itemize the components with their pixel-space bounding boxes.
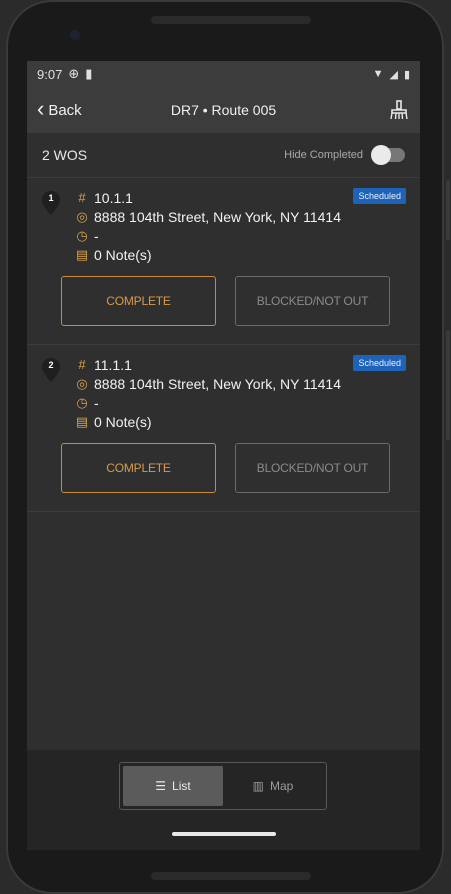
status-badge: Scheduled	[353, 188, 406, 204]
status-bar: 9:07 ⊕ ▮ ▼ ◢ ▮	[27, 61, 420, 87]
list-subheader: 2 WOS Hide Completed	[27, 133, 420, 178]
wo-notes: 0 Note(s)	[94, 246, 152, 263]
work-order-card[interactable]: 1 Scheduled #10.1.1 ◎ 8888 104th Street, …	[27, 178, 420, 345]
wo-address: 8888 104th Street, New York, NY 11414	[94, 375, 341, 392]
blocked-not-out-button[interactable]: BLOCKED/NOT OUT	[235, 276, 390, 326]
hide-completed-label: Hide Completed	[284, 149, 363, 161]
hide-completed-toggle[interactable]	[371, 145, 405, 165]
back-button[interactable]: ‹ Back	[37, 96, 82, 121]
clock-icon: ◷	[76, 394, 88, 410]
status-time: 9:07	[37, 66, 63, 82]
list-tab[interactable]: ☰ List	[123, 766, 223, 806]
map-icon: ▥	[252, 779, 264, 793]
complete-button[interactable]: COMPLETE	[61, 443, 216, 493]
wo-time: -	[94, 227, 99, 244]
list-tab-label: List	[172, 779, 191, 793]
toggle-knob	[371, 145, 391, 165]
map-tab-label: Map	[270, 779, 294, 793]
hash-icon: #	[78, 190, 86, 205]
stop-number: 1	[48, 193, 54, 203]
work-order-card[interactable]: 2 Scheduled #11.1.1 ◎ 8888 104th Street, …	[27, 345, 420, 512]
wifi-icon: ▼	[372, 68, 384, 80]
clean-brush-icon[interactable]	[388, 99, 410, 121]
wo-time: -	[94, 394, 99, 411]
bottom-speaker	[151, 872, 311, 880]
status-badge: Scheduled	[353, 355, 406, 371]
wo-notes: 0 Note(s)	[94, 413, 152, 430]
back-label: Back	[48, 101, 82, 119]
signal-icon: ◢	[389, 68, 398, 81]
clipboard-icon: ▮	[85, 66, 93, 81]
volume-button	[446, 330, 450, 440]
phone-frame: 9:07 ⊕ ▮ ▼ ◢ ▮ ‹ Back DR7 • Route 005 2 …	[6, 0, 450, 894]
note-icon: ▤	[75, 246, 89, 262]
stop-number: 2	[48, 360, 54, 370]
battery-icon: ▮	[403, 68, 410, 81]
wo-id: 10.1.1	[94, 189, 133, 206]
top-speaker	[151, 16, 311, 24]
page-title: DR7 • Route 005	[170, 102, 277, 118]
front-camera	[70, 30, 80, 40]
chevron-left-icon: ‹	[37, 96, 45, 121]
blocked-not-out-button[interactable]: BLOCKED/NOT OUT	[235, 443, 390, 493]
location-icon: ◎	[76, 375, 88, 391]
hash-icon: #	[78, 357, 86, 372]
wo-count: 2 WOS	[42, 147, 88, 163]
wo-address: 8888 104th Street, New York, NY 11414	[94, 208, 341, 225]
view-switcher: ☰ List ▥ Map	[119, 762, 327, 810]
app-screen: 9:07 ⊕ ▮ ▼ ◢ ▮ ‹ Back DR7 • Route 005 2 …	[27, 61, 420, 850]
map-tab[interactable]: ▥ Map	[223, 766, 323, 806]
note-icon: ▤	[75, 413, 89, 429]
complete-button[interactable]: COMPLETE	[61, 276, 216, 326]
power-button	[446, 180, 450, 240]
top-app-bar: ‹ Back DR7 • Route 005	[27, 87, 420, 133]
sync-icon: ⊕	[68, 66, 80, 81]
wo-id: 11.1.1	[94, 356, 132, 373]
location-icon: ◎	[76, 208, 88, 224]
list-icon: ☰	[155, 779, 167, 793]
home-gesture-handle[interactable]	[172, 832, 276, 836]
clock-icon: ◷	[76, 227, 88, 243]
